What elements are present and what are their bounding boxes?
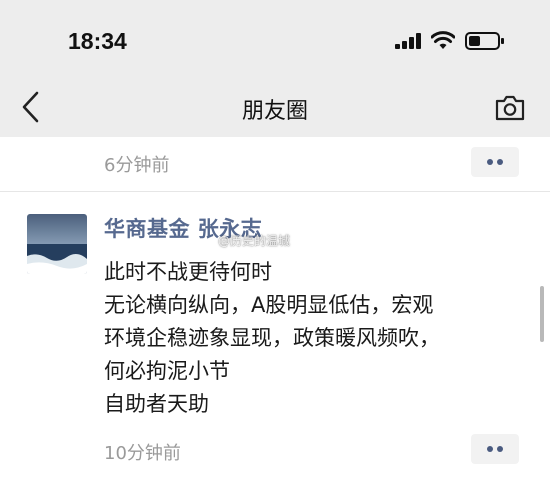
- more-dots-icon: [497, 159, 503, 165]
- post-content: 此时不战更待何时 无论横向纵向，A股明显低估，宏观 环境企稳迹象显现，政策暖风频…: [104, 256, 534, 421]
- cellular-signal-icon: [395, 33, 421, 49]
- more-button[interactable]: [471, 147, 519, 177]
- scrollbar[interactable]: [540, 286, 544, 342]
- more-dots-icon: [497, 446, 503, 452]
- avatar[interactable]: [27, 214, 87, 274]
- battery-icon: [465, 32, 504, 50]
- post-timestamp: 10分钟前: [104, 443, 181, 464]
- moment-post: 华商基金 张永志 @历史的温城 此时不战更待何时 无论横向纵向，A股明显低估，宏…: [0, 192, 550, 481]
- post-text-line: 自助者天助: [104, 392, 209, 416]
- post-text-line: 何必拘泥小节: [104, 359, 230, 383]
- more-dots-icon: [487, 159, 493, 165]
- post-timestamp: 6分钟前: [104, 155, 170, 176]
- wifi-icon: [431, 31, 455, 49]
- status-time: 18:34: [68, 28, 127, 54]
- watermark: @历史的温城: [218, 234, 291, 248]
- header-area: 18:34 朋友圈: [0, 0, 550, 137]
- post-text-line: 此时不战更待何时: [104, 260, 272, 284]
- page-title: 朋友圈: [241, 99, 308, 124]
- more-dots-icon: [487, 446, 493, 452]
- more-button[interactable]: [471, 434, 519, 464]
- post-text-line: 环境企稳迹象显现，政策暖风频吹，: [104, 326, 440, 350]
- status-bar: 18:34: [0, 0, 550, 80]
- post-text-line: 无论横向纵向，A股明显低估，宏观: [104, 293, 434, 317]
- nav-bar: 朋友圈: [0, 80, 550, 137]
- previous-post-footer: 6分钟前: [0, 137, 550, 192]
- camera-icon[interactable]: [494, 94, 526, 122]
